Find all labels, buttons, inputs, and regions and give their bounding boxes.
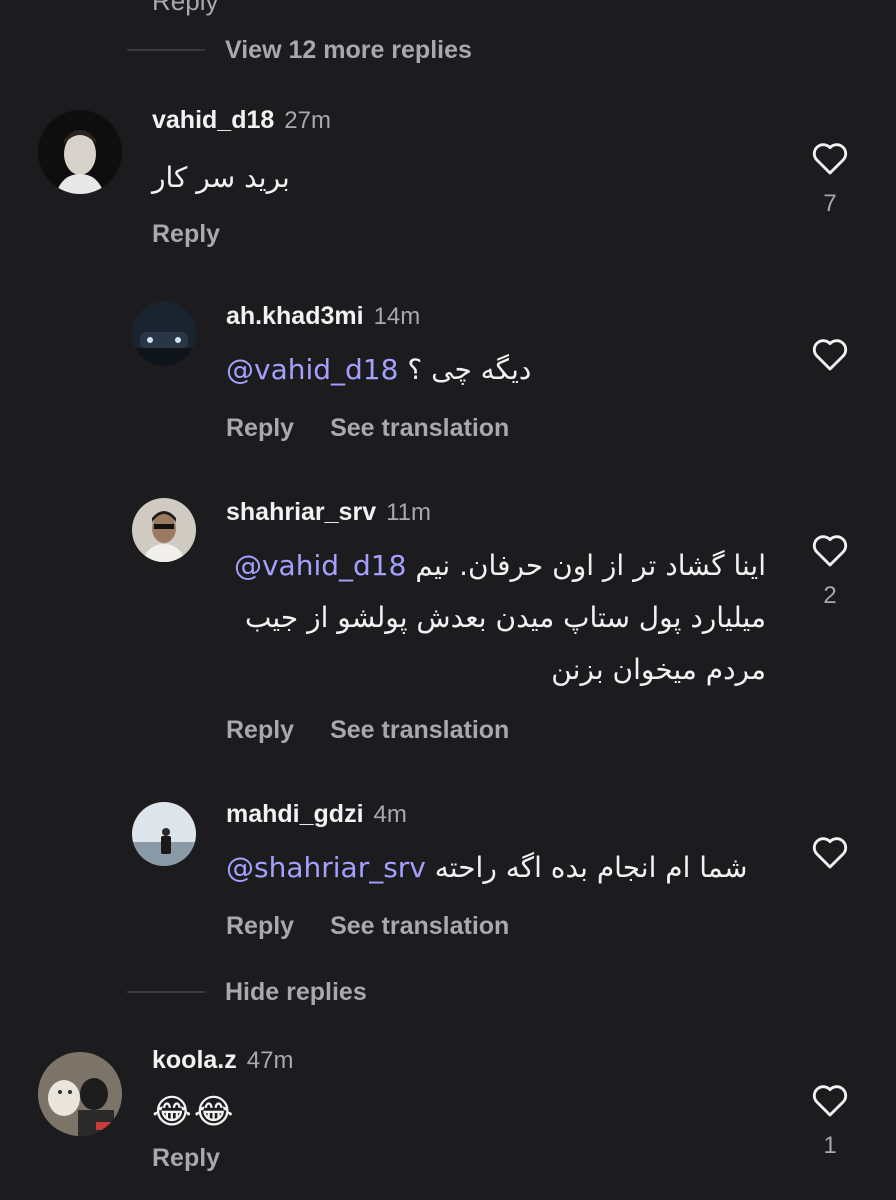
timestamp: 47m: [246, 1047, 294, 1074]
comment-text-block: @vahid_d18 اینا گشاد تر از اون حرفان. نی…: [226, 540, 766, 696]
timestamp: 14m: [373, 303, 421, 330]
thread-line: [127, 991, 205, 993]
heart-icon[interactable]: [811, 532, 849, 568]
hide-replies-row[interactable]: Hide replies: [127, 972, 367, 1012]
avatar[interactable]: [132, 498, 196, 562]
like-count: 7: [823, 190, 837, 217]
avatar[interactable]: [38, 110, 122, 194]
like-group: [810, 336, 850, 372]
reply-button[interactable]: Reply: [226, 414, 294, 443]
heart-icon[interactable]: [811, 1082, 849, 1118]
see-translation-button[interactable]: See translation: [330, 912, 509, 941]
mention-link[interactable]: @shahriar_srv: [226, 851, 426, 884]
comment-text-line: مردم میخوان بزنن: [551, 653, 766, 686]
username[interactable]: mahdi_gdzi: [226, 800, 364, 829]
username[interactable]: koola.z: [152, 1046, 237, 1075]
like-group: 2: [810, 532, 850, 610]
view-more-replies-row[interactable]: View 12 more replies: [127, 30, 472, 70]
see-translation-button[interactable]: See translation: [330, 716, 509, 745]
thread-line: [127, 49, 205, 51]
username[interactable]: ah.khad3mi: [226, 302, 364, 331]
timestamp: 27m: [284, 107, 331, 134]
reply-button[interactable]: Reply: [152, 1144, 220, 1173]
heart-icon[interactable]: [811, 140, 849, 176]
username[interactable]: shahriar_srv: [226, 498, 376, 527]
comment-text-row: @shahriar_srv شما ام انجام بده اگه راحته: [226, 842, 747, 894]
reply-button[interactable]: Reply: [226, 912, 294, 941]
partial-reply-link[interactable]: Reply: [152, 0, 218, 17]
comment-text-line: میلیارد پول ستاپ میدن بعدش پولشو از جیب: [244, 601, 766, 634]
reply-button[interactable]: Reply: [226, 716, 294, 745]
comment-text: دیگه چی ؟: [407, 353, 532, 386]
avatar[interactable]: [132, 302, 196, 366]
hide-replies-button[interactable]: Hide replies: [225, 978, 367, 1007]
comment-text-line: اینا گشاد تر از اون حرفان. نیم: [415, 549, 766, 582]
comment-text-row: @vahid_d18 دیگه چی ؟: [226, 344, 531, 396]
like-group: 1: [810, 1082, 850, 1160]
timestamp: 4m: [373, 801, 407, 828]
see-translation-button[interactable]: See translation: [330, 414, 509, 443]
reply-button[interactable]: Reply: [152, 220, 220, 249]
avatar[interactable]: [38, 1052, 122, 1136]
comment-text: شما ام انجام بده اگه راحته: [434, 851, 748, 884]
heart-icon[interactable]: [811, 834, 849, 870]
view-more-replies-button[interactable]: View 12 more replies: [225, 36, 472, 65]
comment-text: 😂😂: [152, 1092, 236, 1132]
like-count: 2: [823, 582, 837, 609]
mention-link[interactable]: @vahid_d18: [226, 353, 398, 386]
timestamp: 11m: [386, 499, 432, 526]
like-group: [810, 834, 850, 870]
username[interactable]: vahid_d18: [152, 106, 274, 135]
mention-link[interactable]: @vahid_d18: [234, 549, 406, 582]
avatar[interactable]: [132, 802, 196, 866]
comment-text: برید سر کار: [152, 161, 290, 194]
like-count: 1: [823, 1132, 837, 1159]
like-group: 7: [810, 140, 850, 218]
heart-icon[interactable]: [811, 336, 849, 372]
